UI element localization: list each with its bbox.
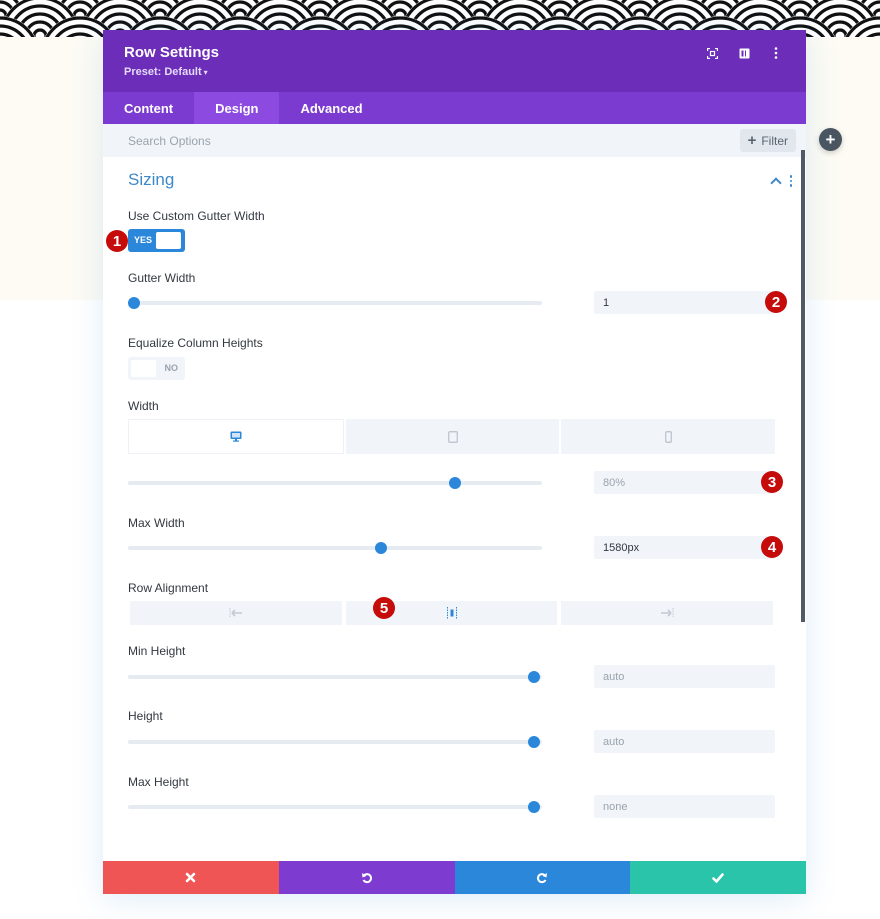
modal-header: Row Settings Preset: Default ▾ [103,30,806,92]
chevron-up-icon[interactable] [769,177,782,189]
toggle-yes-text: YES [134,235,153,245]
modal-title: Row Settings [124,44,220,61]
slider-thumb[interactable] [128,297,140,309]
min-height-slider[interactable] [128,671,542,683]
custom-gutter-toggle[interactable]: YES [128,229,185,252]
desktop-icon [230,431,242,442]
slider-thumb[interactable] [527,671,540,683]
max-height-slider[interactable] [128,801,542,813]
toggle-no-text: NO [164,363,179,373]
slider-track [128,805,542,809]
more-options-button[interactable] [760,45,792,61]
tab-advanced[interactable]: Advanced [279,92,383,124]
max-height-label: Max Height [128,775,189,789]
tab-content[interactable]: Content [103,92,194,124]
caret-down-icon: ▾ [203,68,208,77]
equalize-heights-toggle[interactable]: NO [128,357,185,380]
slider-track [128,740,542,744]
close-icon [186,872,196,883]
split-view-icon [739,48,749,58]
preset-selector[interactable]: Preset: Default ▾ [124,66,785,78]
tablet-icon [447,430,458,443]
check-icon [712,872,724,883]
min-height-input[interactable]: auto [594,665,775,688]
preset-label: Preset: Default [124,66,202,78]
equalize-heights-label: Equalize Column Heights [128,336,263,350]
slider-thumb[interactable] [527,736,540,748]
min-height-label: Min Height [128,644,186,658]
device-tabs [128,419,776,454]
phone-icon [664,430,672,443]
height-input[interactable]: auto [594,730,775,753]
max-width-label: Max Width [128,516,185,530]
search-input[interactable] [128,133,628,148]
slider-track [128,546,542,550]
row-alignment-label: Row Alignment [128,581,209,595]
align-right-icon [661,608,674,618]
device-tab-desktop[interactable] [128,419,344,454]
settings-content: Sizing Use Custom Gutter Width YES 1 Gut… [103,157,806,857]
width-label: Width [128,399,159,413]
gutter-width-slider[interactable] [128,297,542,309]
slider-thumb[interactable] [449,477,462,489]
slider-track [128,301,542,305]
filter-button[interactable]: + Filter [739,129,796,152]
max-height-input[interactable]: none [594,795,775,818]
max-width-slider[interactable] [128,542,542,554]
align-left-icon [229,608,242,618]
slider-track [128,481,542,485]
annotation-badge-4: 4 [761,536,783,558]
slider-thumb[interactable] [374,542,387,554]
row-settings-modal: Row Settings Preset: Default ▾ Content D… [103,30,806,894]
device-tab-tablet[interactable] [345,419,560,454]
redo-icon [537,872,548,883]
annotation-badge-1: 1 [106,230,128,252]
undo-button[interactable] [278,861,455,894]
gutter-width-input[interactable]: 1 [594,291,775,314]
height-slider[interactable] [128,736,542,748]
plus-icon: + [825,130,836,149]
section-title-sizing[interactable]: Sizing [128,170,174,190]
custom-gutter-label: Use Custom Gutter Width [128,209,265,223]
slider-thumb[interactable] [527,801,540,813]
width-input[interactable]: 80% [594,471,775,494]
fullscreen-button[interactable] [696,45,728,61]
toggle-knob [156,232,181,249]
max-width-input[interactable]: 1580px [594,536,775,559]
slider-track [128,675,542,679]
width-slider[interactable] [128,477,542,489]
section-options-icon[interactable] [789,175,792,187]
redo-button[interactable] [454,861,631,894]
filter-label: Filter [761,133,788,148]
align-left-button[interactable] [130,601,342,625]
align-center-icon [446,607,457,619]
more-options-icon [774,47,778,59]
align-right-button[interactable] [561,601,774,625]
search-bar: + Filter [103,124,806,157]
modal-footer [103,861,806,894]
gutter-width-label: Gutter Width [128,271,196,285]
cancel-button[interactable] [103,861,279,894]
device-tab-phone[interactable] [561,419,776,454]
add-row-button[interactable]: + [819,128,842,151]
tab-design[interactable]: Design [194,92,280,124]
plus-icon: + [747,132,757,149]
split-view-button[interactable] [728,45,760,61]
toggle-knob [131,360,156,377]
annotation-badge-2: 2 [765,291,787,313]
annotation-badge-5: 5 [373,597,395,619]
undo-icon [361,872,372,883]
save-button[interactable] [630,861,806,894]
tab-bar: Content Design Advanced [103,92,806,124]
fullscreen-icon [706,47,718,59]
annotation-badge-3: 3 [761,471,783,493]
height-label: Height [128,709,163,723]
row-alignment-options [130,601,774,625]
